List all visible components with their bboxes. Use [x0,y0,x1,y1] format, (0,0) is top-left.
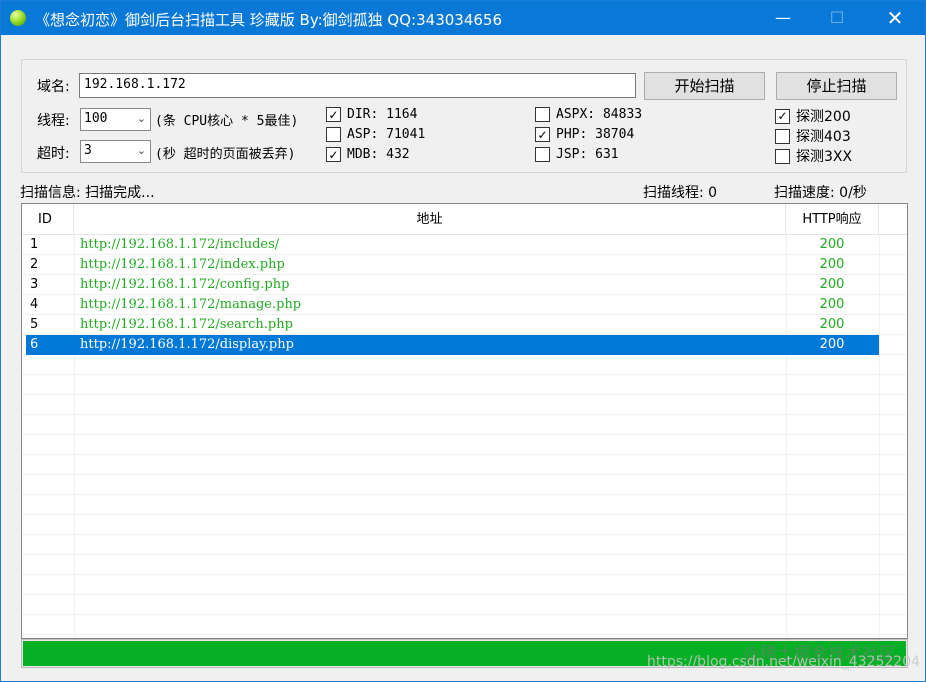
stop-scan-button[interactable]: 停止扫描 [776,72,897,100]
row-http-code: 200 [819,297,845,312]
table-row[interactable]: 3 http://192.168.1.172/config.php 200 [22,275,907,295]
table-header: ID 地址 HTTP响应 [22,204,907,235]
checkbox-box: ✓ [326,147,341,162]
row-http-code: 200 [819,257,845,272]
check-icon: ✓ [777,109,788,123]
chevron-down-icon: ⌄ [136,112,146,125]
row-url: http://192.168.1.172/search.php [80,317,293,332]
table-row[interactable]: 5 http://192.168.1.172/search.php 200 [22,315,907,335]
empty-row [22,475,907,495]
scan-info-status: 扫描信息: 扫描完成... [20,185,155,201]
scan-speed-status: 扫描速度: 0/秒 [774,185,867,201]
window-title: 《想念初恋》御剑后台扫描工具 珍藏版 By:御剑孤独 QQ:343034656 [35,11,502,29]
table-row[interactable]: 4 http://192.168.1.172/manage.php 200 [22,295,907,315]
row-http-code: 200 [819,277,845,292]
checkbox-box: ✓ [775,108,790,124]
table-row[interactable]: 2 http://192.168.1.172/index.php 200 [22,255,907,275]
app-window: 《想念初恋》御剑后台扫描工具 珍藏版 By:御剑孤独 QQ:343034656 … [0,0,926,682]
empty-row [22,395,907,415]
minimize-button[interactable]: — [760,1,806,35]
timeout-select[interactable]: 3 ⌄ [80,140,151,163]
timeout-hint: (秒 超时的页面被丢弃) [155,147,296,162]
column-header-url[interactable]: 地址 [74,204,786,235]
checkbox-box [535,107,550,122]
column-header-id[interactable]: ID [22,204,74,235]
results-table[interactable]: ID 地址 HTTP响应 1 http://192.168.1.172/inclu… [21,203,908,639]
empty-row [22,615,907,635]
app-icon [10,10,26,26]
column-header-http[interactable]: HTTP响应 [786,204,879,235]
table-row[interactable]: 6 http://192.168.1.172/display.php 200 [22,335,907,355]
row-id: 1 [30,237,39,252]
dict-checkbox-mdb[interactable]: ✓ MDB: 432 [326,147,410,162]
row-id: 5 [30,317,39,332]
row-http-code: 200 [819,237,845,252]
maximize-button[interactable]: ☐ [814,1,860,35]
row-http-code: 200 [819,337,845,352]
checkbox-label: 探测200 [796,109,851,125]
empty-row [22,355,907,375]
checkbox-box [775,128,790,144]
empty-row [22,515,907,535]
start-scan-button[interactable]: 开始扫描 [644,72,765,100]
close-button[interactable]: ✕ [872,1,918,35]
row-id: 2 [30,257,39,272]
row-url: http://192.168.1.172/index.php [80,257,285,272]
empty-row [22,435,907,455]
timeout-value: 3 [84,143,92,158]
check-icon: ✓ [328,107,339,122]
checkbox-label: ASPX: 84833 [556,107,643,122]
empty-row [22,455,907,475]
domain-input[interactable]: 192.168.1.172 [79,73,636,98]
checkbox-label: PHP: 38704 [556,127,635,142]
dict-checkbox-jsp[interactable]: JSP: 631 [535,147,619,162]
table-row[interactable]: 1 http://192.168.1.172/includes/200 [22,235,907,255]
checkbox-box: ✓ [326,107,341,122]
threads-select[interactable]: 100 ⌄ [80,108,151,131]
dict-checkbox-aspx[interactable]: ASPX: 84833 [535,107,642,122]
checkbox-box [535,147,550,162]
checkbox-box: ✓ [535,127,550,142]
row-url: http://192.168.1.172/includes/ [80,237,280,252]
row-id: 6 [30,337,39,352]
empty-row [22,575,907,595]
empty-row [22,415,907,435]
threads-value: 100 [84,111,108,126]
chevron-down-icon: ⌄ [136,144,146,157]
checkbox-label: JSP: 631 [556,147,619,162]
empty-row [22,595,907,615]
row-http-code: 200 [819,317,845,332]
title-bar[interactable]: 《想念初恋》御剑后台扫描工具 珍藏版 By:御剑孤独 QQ:343034656 … [1,1,925,35]
row-url: http://192.168.1.172/display.php [80,337,294,352]
domain-label: 域名: [37,79,70,95]
probe-checkbox-3xx[interactable]: 探测3XX [775,146,852,166]
empty-row [22,535,907,555]
dict-checkbox-php[interactable]: ✓ PHP: 38704 [535,127,634,142]
checkbox-label: 探测403 [796,129,851,145]
timeout-label: 超时: [37,146,70,162]
empty-row [22,555,907,575]
watermark-url: https://blog.csdn.net/weixin_43252204 [647,654,921,670]
check-icon: ✓ [537,127,548,142]
row-id: 4 [30,297,39,312]
row-url: http://192.168.1.172/config.php [80,277,290,292]
probe-checkbox-200[interactable]: ✓ 探测200 [775,106,851,126]
row-id: 3 [30,277,39,292]
checkbox-box [326,127,341,142]
checkbox-label: DIR: 1164 [347,107,418,122]
empty-row [22,495,907,515]
scan-threads-status: 扫描线程: 0 [643,185,718,201]
threads-label: 线程: [37,113,70,129]
dict-checkbox-asp[interactable]: ASP: 71041 [326,127,425,142]
row-url: http://192.168.1.172/manage.php [80,297,302,312]
threads-hint: (条 CPU核心 * 5最佳) [155,114,299,129]
checkbox-box [775,148,790,164]
checkbox-label: ASP: 71041 [347,127,426,142]
checkbox-label: MDB: 432 [347,147,410,162]
empty-row [22,375,907,395]
probe-checkbox-403[interactable]: 探测403 [775,126,851,146]
check-icon: ✓ [328,147,339,162]
dict-checkbox-dir[interactable]: ✓ DIR: 1164 [326,107,417,122]
checkbox-label: 探测3XX [796,149,853,165]
